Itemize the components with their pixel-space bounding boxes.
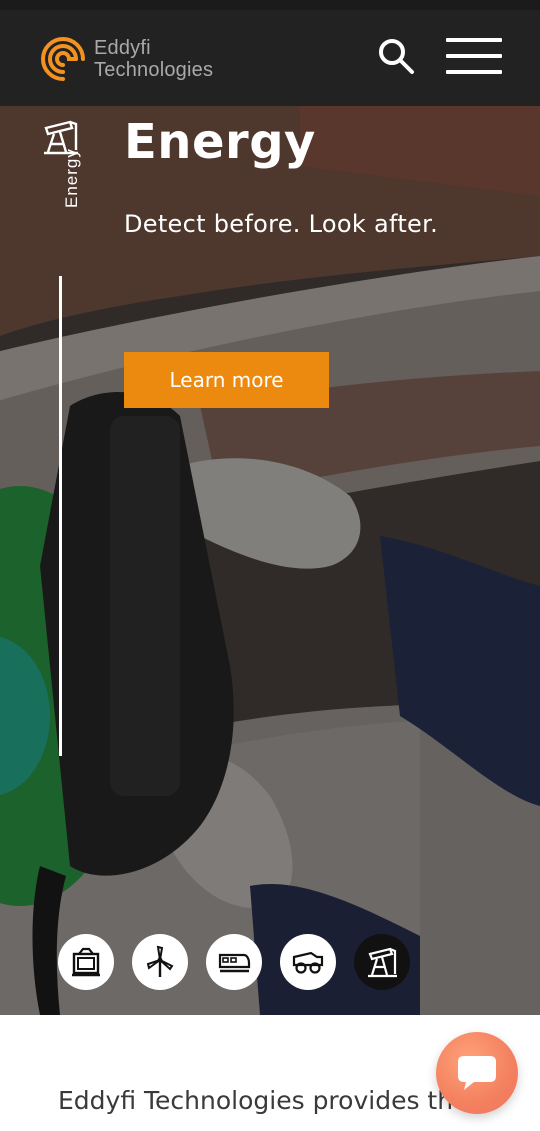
- hero-tagline: Detect before. Look after.: [124, 210, 438, 238]
- wind-turbine-icon: [146, 945, 174, 977]
- category-wind-button[interactable]: [132, 934, 188, 990]
- brand-name-line2: Technologies: [94, 59, 214, 81]
- search-button[interactable]: [374, 34, 420, 80]
- train-icon: [218, 953, 251, 973]
- category-mining-button[interactable]: [280, 934, 336, 990]
- category-structures-button[interactable]: [58, 934, 114, 990]
- oil-pump-icon: [368, 947, 397, 978]
- hero-banner: Energy Energy Detect before. Look after.…: [0, 106, 540, 1015]
- intro-text: Eddyfi Technologies provides the: [58, 1086, 458, 1115]
- brand-name: Eddyfi Technologies: [94, 37, 213, 81]
- eddyfi-logo-icon: [41, 37, 85, 81]
- hero-title: Energy: [124, 114, 316, 170]
- section-progress-line: [59, 276, 62, 756]
- mining-truck-icon: [292, 951, 324, 974]
- chat-bubble-icon: [458, 1056, 496, 1090]
- category-energy-button[interactable]: [354, 934, 410, 990]
- menu-bar-bottom: [446, 70, 502, 74]
- hero-overlay: [0, 106, 540, 1015]
- menu-bar-top: [446, 38, 502, 42]
- section-label-vertical: Energy: [62, 148, 81, 208]
- frame-structure-icon: [72, 947, 100, 977]
- learn-more-button[interactable]: Learn more: [124, 352, 329, 408]
- search-icon: [379, 39, 414, 74]
- category-rail-button[interactable]: [206, 934, 262, 990]
- status-bar: [0, 0, 540, 10]
- brand-name-line1: Eddyfi: [94, 37, 151, 59]
- chat-widget-button[interactable]: [436, 1032, 518, 1114]
- menu-bar-middle: [446, 54, 502, 58]
- site-header: Eddyfi Technologies: [0, 10, 540, 106]
- hamburger-menu-button[interactable]: [444, 36, 504, 76]
- brand-logo[interactable]: Eddyfi Technologies: [36, 32, 246, 86]
